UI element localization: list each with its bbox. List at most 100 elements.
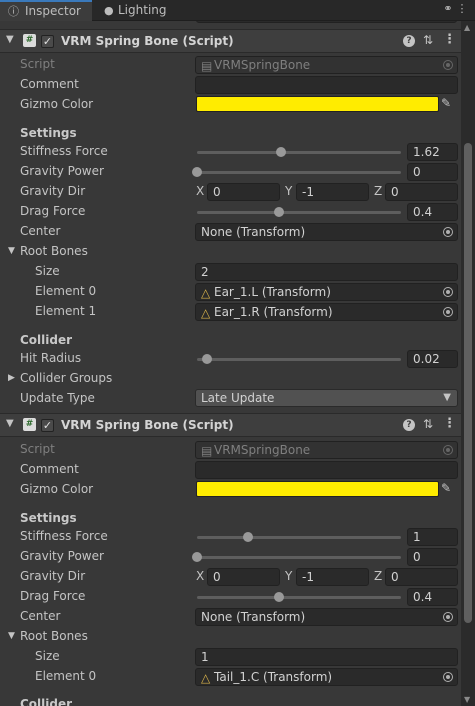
drag-force-slider[interactable] xyxy=(197,592,401,602)
slider-thumb[interactable] xyxy=(273,592,284,602)
element-0-field[interactable]: △ Ear_1.L (Transform) xyxy=(195,283,458,301)
gravity-dir-y-input[interactable]: -1 xyxy=(296,183,369,201)
foldout-arrow-icon[interactable]: ▶ xyxy=(8,373,15,383)
settings-heading: Settings xyxy=(20,511,77,525)
component-enabled-checkbox[interactable]: ✓ xyxy=(41,35,54,48)
foldout-arrow-icon[interactable]: ▼ xyxy=(6,418,14,429)
eyedropper-icon[interactable]: ✎ xyxy=(441,481,451,495)
gravity-power-value[interactable]: 0 xyxy=(407,163,458,181)
scroll-up-arrow-icon[interactable]: ▲ xyxy=(464,23,470,32)
gravity-dir-z-input[interactable]: 0 xyxy=(385,568,458,586)
element-1-field[interactable]: △ Ear_1.R (Transform) xyxy=(195,303,458,321)
center-field-value: None (Transform) xyxy=(201,610,306,624)
root-bones-label[interactable]: Root Bones xyxy=(20,244,88,258)
slider-thumb[interactable] xyxy=(275,147,286,157)
script-field: ▤ VRMSpringBone xyxy=(195,56,458,74)
size-label: Size xyxy=(35,649,60,663)
center-object-field[interactable]: None (Transform) xyxy=(195,223,458,241)
collider-groups-label[interactable]: Collider Groups xyxy=(20,371,112,385)
center-label: Center xyxy=(20,224,61,238)
tab-bar: ⓘ Inspector ● Lighting ⚭ ⋮ xyxy=(0,0,475,21)
center-field-value: None (Transform) xyxy=(201,225,306,239)
transform-icon: △ xyxy=(201,671,211,685)
gravity-dir-x-input[interactable]: 0 xyxy=(207,183,280,201)
tab-inspector-label: Inspector xyxy=(25,4,81,18)
update-type-value: Late Update xyxy=(201,391,275,405)
slider-thumb[interactable] xyxy=(243,532,253,542)
scroll-down-arrow-icon[interactable]: ▼ xyxy=(464,695,470,704)
gravity-power-slider[interactable] xyxy=(192,552,401,562)
script-label: Script xyxy=(20,57,55,71)
vertical-scrollbar[interactable]: ▲ ▼ xyxy=(461,21,475,706)
gizmo-color-swatch[interactable] xyxy=(196,96,439,112)
size-input[interactable]: 2 xyxy=(195,263,458,281)
stiffness-force-label: Stiffness Force xyxy=(20,144,108,158)
drag-force-value[interactable]: 0.4 xyxy=(407,203,458,221)
eyedropper-icon[interactable]: ✎ xyxy=(441,96,451,110)
center-object-field[interactable]: None (Transform) xyxy=(195,608,458,626)
object-picker-icon[interactable] xyxy=(443,227,453,237)
lock-icon[interactable]: ⚭ xyxy=(441,2,455,15)
drag-force-slider[interactable] xyxy=(197,207,401,217)
preset-icon[interactable]: ⇅ xyxy=(423,33,433,47)
y-axis-label: Y xyxy=(285,569,293,583)
component-menu-icon[interactable]: ⋮ xyxy=(443,32,456,47)
gravity-dir-z-input[interactable]: 0 xyxy=(385,183,458,201)
z-axis-label: Z xyxy=(374,569,383,583)
drag-force-label: Drag Force xyxy=(20,589,86,603)
hit-radius-value[interactable]: 0.02 xyxy=(407,350,458,368)
stiffness-force-value[interactable]: 1.62 xyxy=(407,143,458,161)
slider-thumb[interactable] xyxy=(273,207,284,217)
element-0-field[interactable]: △ Tail_1.C (Transform) xyxy=(195,668,458,686)
stiffness-force-slider[interactable] xyxy=(197,532,401,542)
stiffness-force-slider[interactable] xyxy=(197,147,401,157)
gravity-dir-x-input[interactable]: 0 xyxy=(207,568,280,586)
preset-icon[interactable]: ⇅ xyxy=(423,417,433,431)
foldout-arrow-icon[interactable]: ▼ xyxy=(6,34,14,45)
drag-force-value[interactable]: 0.4 xyxy=(407,588,458,606)
element-1-label: Element 1 xyxy=(35,304,97,318)
hit-radius-slider[interactable] xyxy=(197,354,401,364)
script-icon: # xyxy=(23,418,36,431)
help-icon[interactable]: ? xyxy=(403,35,415,47)
size-input[interactable]: 1 xyxy=(195,648,458,666)
more-menu-icon[interactable]: ⋮ xyxy=(455,2,469,15)
element-0-label: Element 0 xyxy=(35,284,97,298)
component-header[interactable]: ▼ # ✓ VRM Spring Bone (Script) ? ⇅ ⋮ xyxy=(0,29,461,53)
center-label: Center xyxy=(20,609,61,623)
object-picker-icon[interactable] xyxy=(443,672,453,682)
stiffness-force-value[interactable]: 1 xyxy=(407,528,458,546)
tab-inspector[interactable]: ⓘ Inspector xyxy=(0,0,92,21)
component-enabled-checkbox[interactable]: ✓ xyxy=(41,419,54,432)
gravity-power-label: Gravity Power xyxy=(20,549,104,563)
root-bones-label[interactable]: Root Bones xyxy=(20,629,88,643)
gravity-power-slider[interactable] xyxy=(192,167,401,177)
update-type-dropdown[interactable]: Late Update ▼ xyxy=(195,389,458,407)
slider-thumb[interactable] xyxy=(192,167,202,177)
object-picker-icon[interactable] xyxy=(443,612,453,622)
gravity-power-value[interactable]: 0 xyxy=(407,548,458,566)
comment-input[interactable] xyxy=(195,76,458,94)
component-header[interactable]: ▼ # ✓ VRM Spring Bone (Script) ? ⇅ ⋮ xyxy=(0,413,461,437)
z-axis-label: Z xyxy=(374,184,383,198)
gizmo-color-swatch[interactable] xyxy=(196,481,439,497)
component-menu-icon[interactable]: ⋮ xyxy=(443,416,456,431)
object-picker-icon[interactable] xyxy=(443,287,453,297)
previous-component-field[interactable] xyxy=(196,21,457,23)
gravity-dir-y-input[interactable]: -1 xyxy=(296,568,369,586)
slider-thumb[interactable] xyxy=(202,354,213,364)
comment-input[interactable] xyxy=(195,461,458,479)
scrollbar-thumb[interactable] xyxy=(464,143,472,623)
foldout-arrow-icon[interactable]: ▼ xyxy=(8,246,15,256)
foldout-arrow-icon[interactable]: ▼ xyxy=(8,631,15,641)
slider-thumb[interactable] xyxy=(192,552,202,562)
tab-lighting[interactable]: ● Lighting xyxy=(96,0,186,21)
script-file-icon: ▤ xyxy=(201,59,213,73)
object-picker-icon[interactable] xyxy=(443,307,453,317)
help-icon[interactable]: ? xyxy=(403,419,415,431)
size-label: Size xyxy=(35,264,60,278)
gravity-power-label: Gravity Power xyxy=(20,164,104,178)
collider-heading: Collider xyxy=(20,697,73,706)
element-0-value: Tail_1.C (Transform) xyxy=(214,670,333,684)
gravity-dir-label: Gravity Dir xyxy=(20,184,86,198)
